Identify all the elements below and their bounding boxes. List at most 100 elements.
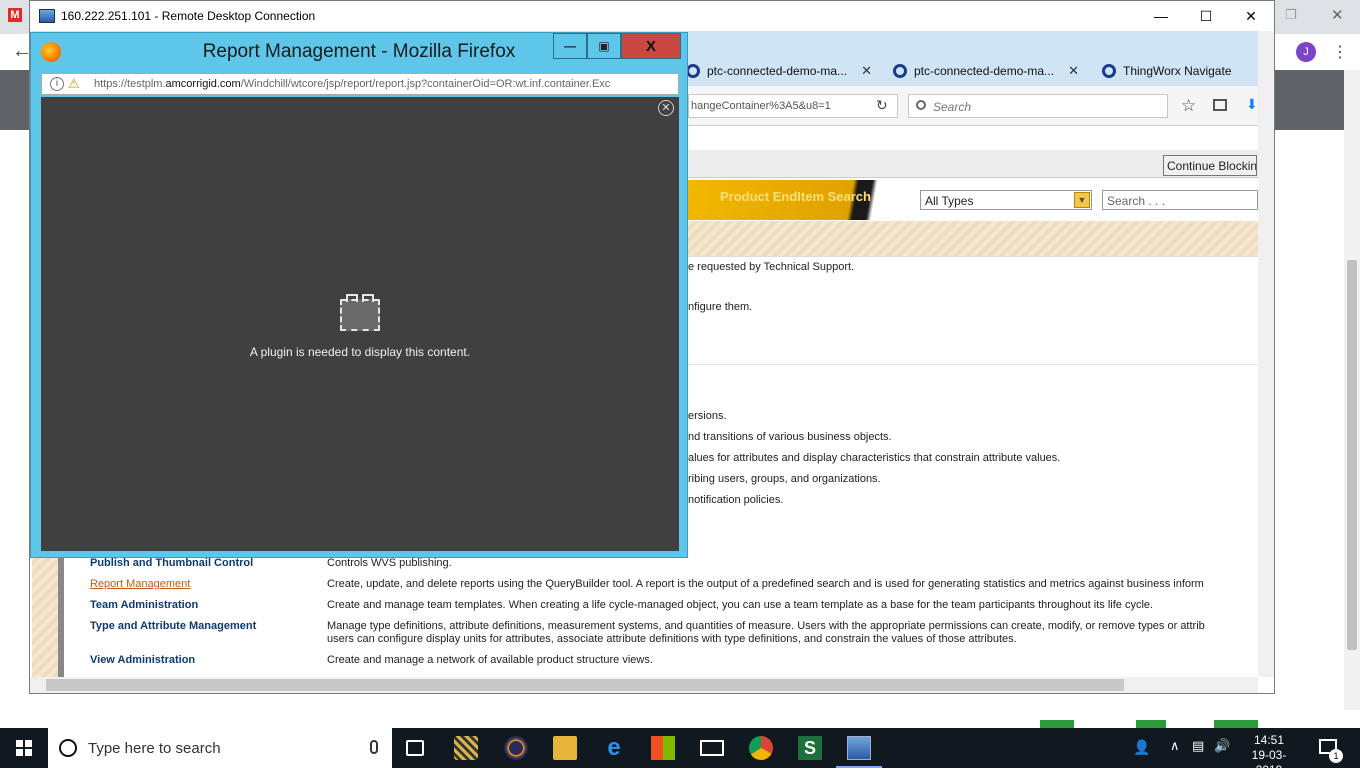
info-icon[interactable]: i — [50, 77, 64, 91]
admin-decor-strip — [32, 555, 58, 677]
rdp-minimize-button[interactable]: — — [1138, 1, 1184, 31]
admin-desc: Create, update, and delete reports using… — [327, 578, 1204, 590]
local-page-banner-left — [0, 70, 30, 130]
remote-search-input[interactable]: Search — [908, 94, 1168, 118]
people-icon[interactable]: 👤 — [1133, 739, 1150, 756]
file-explorer-icon[interactable] — [553, 736, 577, 760]
local-green-button-2 — [1136, 720, 1166, 728]
tab-close-icon[interactable]: ✕ — [1068, 63, 1079, 79]
remote-tab-1[interactable]: ptc-connected-demo-ma... ✕ — [686, 56, 872, 86]
notification-badge: 1 — [1329, 749, 1343, 763]
admin-link-report-management[interactable]: Report Management — [90, 578, 190, 590]
url-rest: /Windchill/wtcore/jsp/report/report.jsp?… — [240, 78, 611, 90]
admin-link-team[interactable]: Team Administration — [90, 599, 198, 611]
bookmark-star-icon[interactable]: ☆ — [1181, 96, 1196, 116]
chrome-icon[interactable] — [749, 736, 773, 760]
volume-icon[interactable]: 🔊 — [1214, 738, 1230, 754]
firefox-popup-window: Report Management - Mozilla Firefox — ▣ … — [30, 32, 688, 558]
task-view-icon[interactable] — [406, 740, 424, 756]
tab-close-icon[interactable]: ✕ — [861, 63, 872, 79]
taskbar-search-placeholder: Type here to search — [88, 739, 221, 757]
remote-tab-label: ptc-connected-demo-ma... — [707, 64, 848, 78]
firefox-url-bar[interactable]: i ⚠ https://testplm.amcorrigid.com/Windc… — [41, 73, 679, 95]
types-selected: All Types — [925, 194, 974, 208]
content-fragment: ersions. — [688, 410, 727, 422]
remote-tab-3[interactable]: ThingWorx Navigate — [1102, 56, 1232, 86]
reader-icon[interactable] — [1213, 99, 1227, 111]
script-app-icon[interactable]: S — [798, 736, 822, 760]
store-icon[interactable] — [651, 736, 675, 760]
edge-icon[interactable]: e — [602, 736, 626, 760]
plugin-message: A plugin is needed to display this conte… — [249, 345, 471, 359]
content-fragment: ribing users, groups, and organizations. — [688, 473, 881, 485]
divider — [688, 364, 1258, 365]
admin-desc: Controls WVS publishing. — [327, 557, 452, 569]
windchill-decor-band — [688, 221, 1258, 257]
url-prefix: https://testplm. — [94, 78, 166, 90]
firefox-maximize-button[interactable]: ▣ — [587, 33, 621, 59]
admin-link-publish[interactable]: Publish and Thumbnail Control — [90, 557, 253, 569]
remote-desktop-icon[interactable] — [847, 736, 871, 760]
admin-desc: Create and manage team templates. When c… — [327, 599, 1154, 611]
admin-link-view[interactable]: View Administration — [90, 654, 195, 666]
microphone-icon[interactable] — [370, 740, 378, 754]
content-fragment: nd transitions of various business objec… — [688, 431, 892, 443]
local-green-button — [1040, 720, 1074, 728]
remote-vertical-scrollbar[interactable] — [1258, 31, 1274, 677]
cortana-icon — [59, 739, 77, 757]
search-icon — [916, 100, 926, 110]
admin-desc-cont: users can configure display units for at… — [327, 633, 1017, 645]
windchill-search-banner: Product EndItem Search — [688, 180, 918, 220]
eclipse-icon[interactable] — [504, 736, 528, 760]
remote-tab-2[interactable]: ptc-connected-demo-ma... ✕ — [893, 56, 1079, 86]
local-scroll-thumb[interactable] — [1347, 260, 1357, 650]
local-green-button-3 — [1214, 720, 1258, 728]
taskbar-clock[interactable]: 14:51 19-03-2019 — [1240, 733, 1298, 778]
continue-blocking-button[interactable]: Continue Blocking — [1163, 155, 1257, 176]
local-restore-icon[interactable]: ❐ — [1285, 7, 1297, 23]
download-icon[interactable]: ⬇ — [1246, 96, 1258, 113]
browser-menu-icon[interactable]: ⋮ — [1332, 42, 1348, 62]
firefox-close-button[interactable]: X — [621, 33, 681, 59]
rdp-icon — [39, 9, 55, 23]
local-close-icon[interactable]: ✕ — [1331, 6, 1344, 24]
rdp-maximize-button[interactable]: ☐ — [1183, 1, 1229, 31]
types-dropdown[interactable]: All Types ▼ — [920, 190, 1092, 210]
network-icon[interactable]: ▤ — [1192, 738, 1204, 754]
firefox-minimize-button[interactable]: — — [553, 33, 587, 59]
plugin-puzzle-icon[interactable] — [340, 294, 380, 331]
tray-chevron-icon[interactable]: ∧ — [1170, 738, 1180, 754]
taskbar-search-box[interactable]: Type here to search — [48, 728, 392, 768]
url-domain: amcorrigid.com — [165, 78, 241, 90]
product-search-label: Product EndItem Search — [720, 189, 871, 204]
admin-desc: Manage type definitions, attribute defin… — [327, 620, 1205, 632]
content-fragment: nfigure them. — [688, 301, 753, 313]
chevron-down-icon[interactable]: ▼ — [1074, 192, 1090, 208]
admin-decor-bar — [58, 555, 64, 677]
tools-app-icon[interactable] — [454, 736, 478, 760]
rdp-close-button[interactable]: ✕ — [1228, 1, 1274, 31]
remote-url-bar[interactable]: hangeContainer%3A5&u8=1 — [688, 94, 898, 118]
clock-time: 14:51 — [1253, 733, 1285, 747]
local-vertical-scrollbar[interactable] — [1344, 70, 1360, 710]
clock-date: 19-03-2019 — [1251, 748, 1287, 777]
remote-tab-label: ptc-connected-demo-ma... — [914, 64, 1055, 78]
hscroll-thumb[interactable] — [46, 679, 1124, 691]
plugin-close-icon[interactable]: ✕ — [658, 100, 674, 116]
gmail-favicon-icon[interactable]: M — [8, 8, 22, 22]
warning-lock-icon[interactable]: ⚠ — [68, 76, 80, 92]
admin-desc: Create and manage a network of available… — [327, 654, 653, 666]
remote-horizontal-scrollbar[interactable] — [30, 677, 1258, 693]
thingworx-icon — [1102, 64, 1116, 78]
remote-tab-label: ThingWorx Navigate — [1123, 64, 1232, 78]
content-fragment: alues for attributes and display charact… — [688, 452, 1061, 464]
content-fragment: notification policies. — [688, 494, 784, 506]
reload-icon[interactable]: ↻ — [876, 97, 888, 114]
admin-link-type-attribute[interactable]: Type and Attribute Management — [90, 620, 256, 632]
profile-avatar[interactable]: J — [1296, 42, 1316, 62]
windchill-search-input[interactable]: Search . . . — [1102, 190, 1258, 210]
mail-icon[interactable] — [700, 740, 724, 756]
rdp-titlebar: 160.222.251.101 - Remote Desktop Connect… — [30, 1, 1274, 31]
start-button[interactable] — [0, 728, 48, 768]
ptc-gear-icon — [686, 64, 700, 78]
